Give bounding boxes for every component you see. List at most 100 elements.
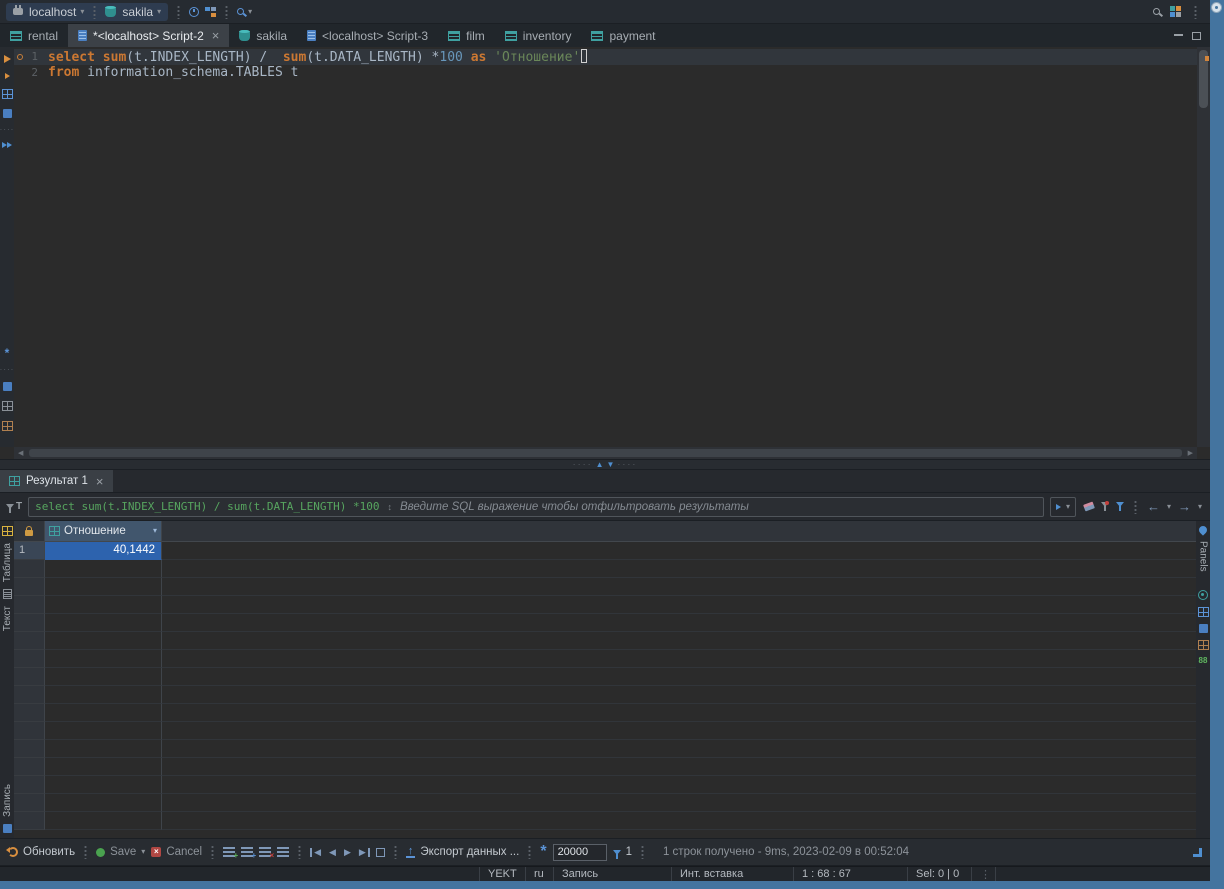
grid-presentation-icon[interactable] [1,526,13,536]
row-number-cell[interactable] [14,704,45,722]
search-icon[interactable] [1153,8,1160,15]
editor-tab-2[interactable]: sakila [229,24,297,47]
last-row-icon[interactable]: ▶ [358,847,370,857]
maximize-editor-icon[interactable] [1192,31,1201,40]
value-cell[interactable]: 40,1442 [45,542,162,560]
log-panel-icon[interactable] [1,421,13,431]
metadata-panel-icon[interactable] [1198,623,1208,633]
save-filter-icon[interactable] [1100,501,1109,511]
presentation-tab-grid[interactable]: Таблица [2,543,13,582]
clear-filter-icon[interactable] [1083,501,1095,512]
value-cell[interactable] [45,560,162,578]
value-cell[interactable] [45,650,162,668]
value-cell[interactable] [45,578,162,596]
save-button[interactable]: Save ▾ [96,846,145,858]
sql-editor[interactable]: ···· * ···· 1 select sum(t.INDEX_LENGTH) … [0,47,1210,459]
value-cell[interactable] [45,668,162,686]
scrollbar-thumb[interactable] [29,449,1182,457]
execute-new-tab-icon[interactable] [4,73,10,79]
value-cell[interactable] [45,722,162,740]
transaction-mode-icon[interactable] [189,6,200,17]
row-number-cell[interactable] [14,650,45,668]
row-number-cell[interactable] [14,578,45,596]
editor-vertical-scrollbar[interactable] [1197,47,1210,447]
quick-search-button[interactable]: ▾ [237,7,252,16]
statusbar-more-icon[interactable]: ⋮ [971,867,995,881]
edit-value-icon[interactable] [277,847,290,857]
fetch-settings-icon[interactable]: * [540,844,546,860]
references-panel-icon[interactable] [1197,639,1209,650]
output-panel-icon[interactable] [1,401,13,411]
cancel-button[interactable]: × Cancel [151,846,202,858]
row-number-cell[interactable] [14,560,45,578]
panel-splitter[interactable]: ···· ▲ ▼ ···· [0,459,1210,470]
filter-input[interactable]: select sum(t.INDEX_LENGTH) / sum(t.DATA_… [28,496,1044,517]
close-tab-icon[interactable]: × [212,29,220,42]
execute-statement-icon[interactable] [3,55,11,63]
status-selection[interactable]: Sel: 0 | 0 [907,867,971,881]
row-number-cell[interactable] [14,740,45,758]
presentation-tab-text[interactable]: Текст [2,606,13,631]
status-write-mode[interactable]: Запись [553,867,671,881]
custom-filter-icon[interactable] [1115,502,1124,511]
editor-tab-5[interactable]: inventory [495,24,582,47]
column-menu-icon[interactable]: ▾ [153,527,157,535]
presentation-tab-record[interactable]: Запись [2,784,13,817]
filter-type-icon[interactable]: T [6,501,22,513]
value-cell[interactable] [45,632,162,650]
close-icon[interactable]: × [96,475,104,488]
editor-tab-4[interactable]: film [438,24,495,47]
execute-script-icon[interactable] [2,142,12,148]
script-icon[interactable] [2,109,12,118]
minimize-editor-icon[interactable] [1174,33,1183,36]
database-selector[interactable]: sakila ▾ [122,5,161,19]
value-cell[interactable] [45,596,162,614]
column-header[interactable]: Отношение ▾ [45,521,162,542]
row-number-cell[interactable] [14,776,45,794]
status-caret-position[interactable]: 1 : 68 : 67 [793,867,907,881]
bookmark-icon[interactable]: * [5,347,10,359]
duplicate-row-icon[interactable]: + [241,847,256,860]
status-timezone[interactable]: YEKT [479,867,525,881]
scroll-right-icon[interactable]: ▶ [1184,449,1197,457]
fetch-size-input[interactable] [552,843,607,861]
first-row-icon[interactable]: ◀ [310,847,322,857]
results-grid[interactable]: Отношение ▾ 1 40,1442 [14,521,1196,838]
value-cell[interactable] [45,758,162,776]
text-presentation-icon[interactable] [2,589,12,600]
export-button[interactable]: ↑ Экспорт данных ... [405,846,519,858]
row-number-cell[interactable] [14,668,45,686]
collapse-up-icon[interactable]: ▲ [596,460,604,469]
value-cell[interactable] [45,794,162,812]
row-number-cell[interactable] [14,722,45,740]
desktop-shortcut-icon[interactable] [1211,2,1222,13]
editor-tab-3[interactable]: <localhost> Script-3 [297,24,438,47]
status-language[interactable]: ru [525,867,553,881]
erd-icon[interactable] [205,6,217,17]
row-number-cell[interactable] [14,794,45,812]
value-cell[interactable] [45,776,162,794]
results-tab[interactable]: Результат 1 × [0,470,113,492]
filter-count[interactable]: 1 [612,846,632,859]
editor-tab-0[interactable]: rental [0,24,68,47]
delete-row-icon[interactable]: × [259,847,274,860]
connection-selector[interactable]: localhost ▾ [29,5,84,19]
expand-filter-icon[interactable]: ↕ [387,502,392,512]
value-viewer-panel-icon[interactable] [1198,589,1208,600]
row-number-cell[interactable] [14,686,45,704]
row-number-cell[interactable]: 1 [14,542,45,560]
add-row-icon[interactable]: + [223,847,238,860]
scroll-left-icon[interactable]: ◀ [14,449,27,457]
perspective-icon[interactable] [1170,6,1181,17]
refresh-button[interactable]: Обновить [6,846,75,858]
record-mode-icon[interactable] [2,824,12,833]
history-back-icon[interactable]: ← [1147,500,1160,513]
row-number-cell[interactable] [14,632,45,650]
history-forward-icon[interactable]: → [1178,500,1191,513]
calc-panel-icon[interactable] [1197,606,1209,617]
previous-row-icon[interactable]: ◀ [328,847,337,857]
sql-console-icon[interactable] [2,382,12,391]
editor-horizontal-scrollbar[interactable]: ◀ ▶ [14,447,1197,459]
editor-tab-6[interactable]: payment [581,24,665,47]
next-row-icon[interactable]: ▶ [343,847,352,857]
